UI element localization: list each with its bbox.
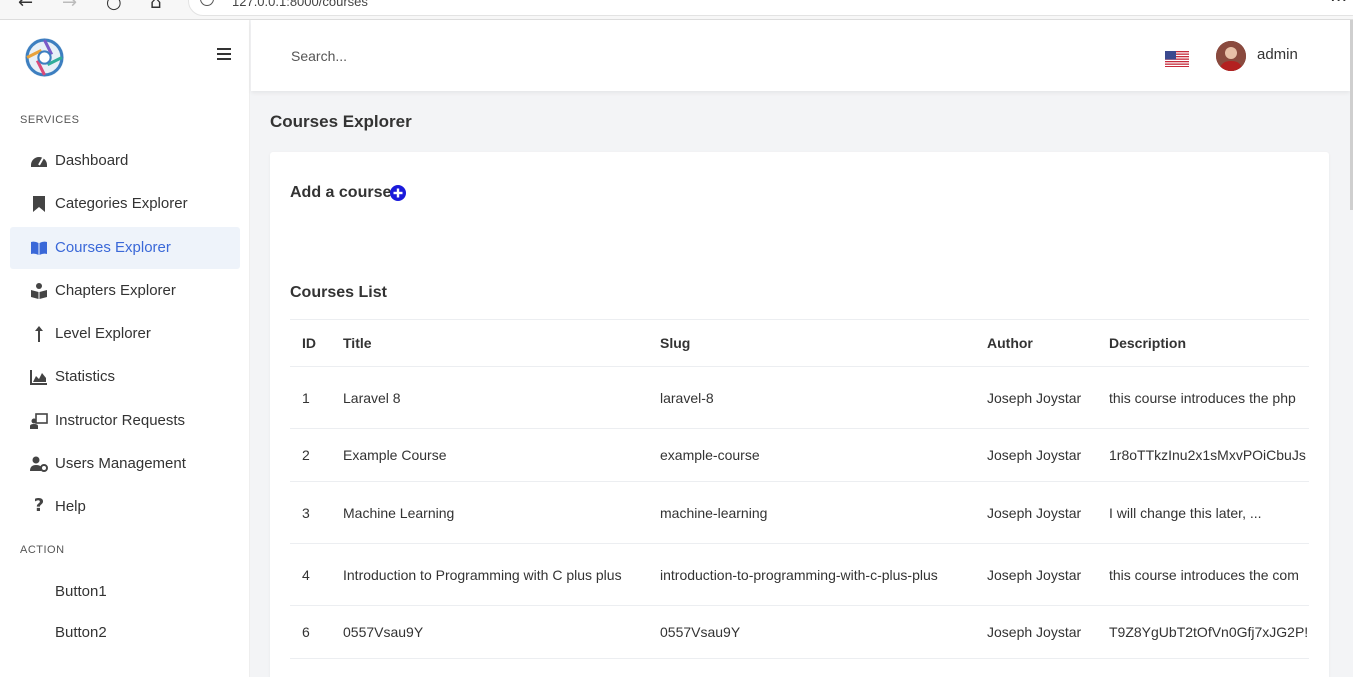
sidebar-item-categories-explorer[interactable]: Categories Explorer	[10, 183, 240, 225]
cell-author: Joseph Joystar	[987, 624, 1082, 640]
book-reader-icon	[31, 283, 47, 299]
cell-slug: laravel-8	[660, 389, 714, 406]
table-row[interactable]: 3 Machine Learning machine-learning Jose…	[290, 481, 1309, 543]
sidebar-item-instructor-requests[interactable]: Instructor Requests	[10, 400, 240, 442]
table-row[interactable]: 1 Laravel 8 laravel-8 Joseph Joystar thi…	[290, 366, 1309, 428]
cell-id: 4	[302, 566, 310, 583]
sidebar-item-level-explorer[interactable]: Level Explorer	[10, 313, 240, 355]
aperture-logo-icon[interactable]	[24, 37, 65, 78]
action-button1[interactable]: Button1	[10, 573, 240, 611]
bookmark-icon	[33, 196, 45, 212]
arrow-right-icon[interactable]: →	[62, 0, 77, 13]
home-icon[interactable]: ⌂	[150, 0, 161, 13]
cell-title: Machine Learning	[343, 504, 455, 521]
cell-id: 2	[302, 447, 310, 463]
search-input[interactable]	[291, 45, 691, 67]
table-row[interactable]: 4 Introduction to Programming with C plu…	[290, 543, 1309, 605]
action-label: Button2	[55, 624, 107, 641]
column-header-title: Title	[343, 335, 372, 351]
cell-id: 1	[302, 389, 310, 406]
reload-icon[interactable]: ○	[106, 0, 122, 13]
table-header-row: ID Title Slug Author Description	[290, 319, 1309, 366]
courses-list-title: Courses List	[290, 284, 387, 301]
courses-table: ID Title Slug Author Description 1 Larav…	[290, 319, 1309, 677]
cell-description: 1r8oTTkzInu2x1sMxvPOiCbuJs	[1109, 447, 1306, 463]
table-row[interactable]: 6 0557Vsau9Y 0557Vsau9Y Joseph Joystar T…	[290, 605, 1309, 658]
action-button2[interactable]: Button2	[10, 614, 240, 652]
sidebar-item-statistics[interactable]: Statistics	[10, 356, 240, 398]
cell-description: I will change this later, ...	[1109, 504, 1262, 521]
column-header-id: ID	[302, 335, 316, 351]
column-header-author: Author	[987, 335, 1033, 351]
browser-toolbar: ← → ○ ⌂ 127.0.0.1:8000/courses ···	[0, 0, 1353, 20]
speedometer-icon	[31, 157, 47, 167]
cell-title: Introduction to Programming with C plus …	[343, 566, 622, 583]
cell-author: Joseph Joystar	[987, 566, 1082, 583]
hamburger-icon[interactable]	[217, 48, 231, 61]
user-name[interactable]: admin	[1257, 46, 1298, 63]
sidebar: SERVICES Dashboard Categories Explorer C…	[0, 20, 250, 677]
us-flag-icon[interactable]	[1165, 51, 1189, 67]
sidebar-item-label: Users Management	[55, 455, 186, 472]
sidebar-item-users-management[interactable]: Users Management	[10, 443, 240, 485]
arrow-left-icon[interactable]: ←	[18, 0, 33, 13]
sidebar-item-label: Statistics	[55, 368, 116, 385]
cell-title: Example Course	[343, 447, 447, 463]
cell-slug: machine-learning	[660, 504, 768, 521]
avatar[interactable]	[1216, 41, 1246, 71]
cell-description: T9Z8YgUbT2tOfVn0Gfj7xJG2P!	[1109, 624, 1309, 640]
sidebar-item-label: Dashboard	[55, 152, 129, 169]
cell-description: this course introduces the com	[1109, 566, 1299, 583]
table-row[interactable]: 2 Example Course example-course Joseph J…	[290, 428, 1309, 481]
action-section-label: ACTION	[20, 544, 65, 556]
cell-description: this course introduces the php	[1109, 389, 1296, 406]
area-chart-icon	[30, 370, 47, 385]
arrow-up-icon	[35, 326, 43, 342]
cell-title: Laravel 8	[343, 389, 401, 406]
courses-card: Add a course Courses List ID Title Slug …	[270, 152, 1329, 677]
plus-circle-icon[interactable]	[390, 185, 406, 201]
sidebar-item-help[interactable]: ? Help	[10, 486, 240, 528]
cell-slug: introduction-to-programming-with-c-plus-…	[660, 566, 938, 583]
cell-id: 3	[302, 504, 310, 521]
cell-slug: 0557Vsau9Y	[660, 624, 741, 640]
add-course-link[interactable]: Add a course	[290, 184, 391, 202]
sidebar-item-label: Instructor Requests	[55, 412, 186, 429]
cell-author: Joseph Joystar	[987, 389, 1082, 406]
cell-author: Joseph Joystar	[987, 504, 1082, 521]
column-header-slug: Slug	[660, 335, 691, 351]
sidebar-item-label: Chapters Explorer	[55, 282, 176, 299]
cell-title: 0557Vsau9Y	[343, 624, 424, 640]
column-header-description: Description	[1109, 335, 1187, 351]
sidebar-item-chapters-explorer[interactable]: Chapters Explorer	[10, 270, 240, 312]
top-header: admin	[251, 20, 1350, 91]
services-section-label: SERVICES	[20, 114, 80, 126]
sidebar-item-label: Level Explorer	[55, 325, 151, 342]
users-cog-icon	[30, 456, 48, 472]
open-book-icon	[31, 241, 47, 255]
action-label: Button1	[55, 583, 107, 600]
cell-author: Joseph Joystar	[987, 447, 1082, 463]
table-row[interactable]	[290, 658, 1309, 677]
sidebar-item-courses-explorer[interactable]: Courses Explorer	[10, 227, 240, 269]
url-text[interactable]: 127.0.0.1:8000/courses	[232, 0, 368, 9]
sidebar-item-label: Courses Explorer	[55, 239, 171, 256]
cell-id: 6	[302, 624, 310, 640]
cell-slug: example-course	[660, 447, 760, 463]
question-icon: ?	[33, 495, 45, 516]
sidebar-item-label: Categories Explorer	[55, 195, 188, 212]
chalkboard-teacher-icon	[30, 413, 48, 429]
sidebar-item-dashboard[interactable]: Dashboard	[10, 140, 240, 182]
page-title: Courses Explorer	[270, 112, 412, 131]
more-icon[interactable]: ···	[1330, 0, 1347, 11]
sidebar-item-label: Help	[55, 498, 86, 515]
